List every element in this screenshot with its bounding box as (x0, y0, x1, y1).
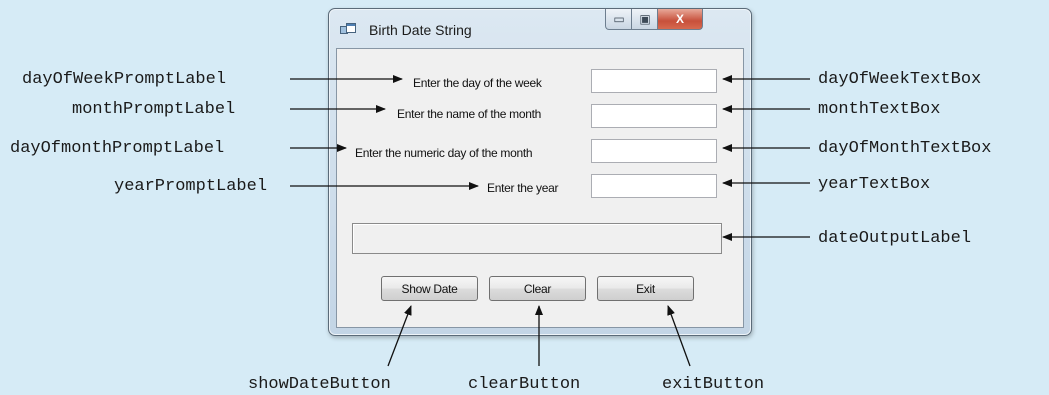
arrow-exit-button (667, 305, 691, 367)
callout-arrows (290, 75, 810, 367)
arrow-show-date-button (387, 305, 412, 367)
